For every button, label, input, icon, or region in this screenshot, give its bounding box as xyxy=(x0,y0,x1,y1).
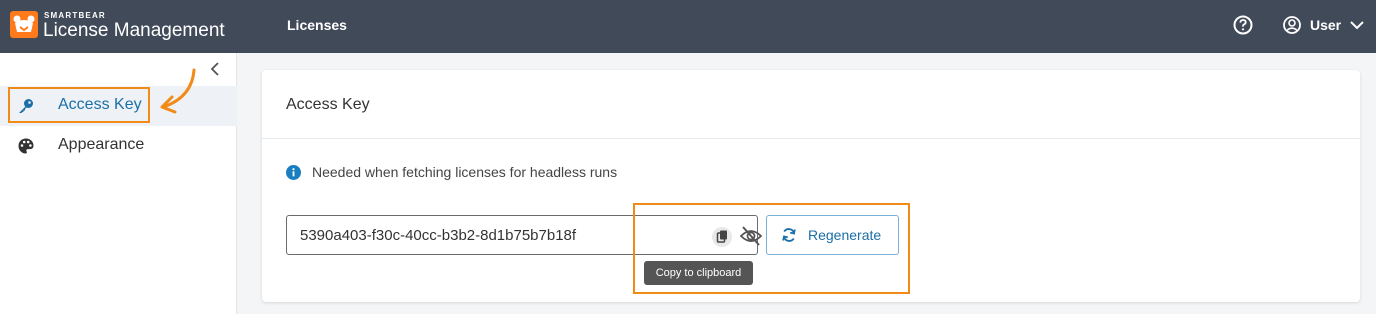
annotation-arrow-icon xyxy=(160,68,196,114)
help-icon[interactable] xyxy=(1232,14,1254,36)
nav-licenses[interactable]: Licenses xyxy=(287,17,347,33)
user-menu-button[interactable]: User xyxy=(1282,14,1365,36)
brand-small-text: SMARTBEAR xyxy=(44,11,106,20)
info-message: Needed when fetching licenses for headle… xyxy=(286,164,617,180)
sidebar-item-label: Appearance xyxy=(58,136,145,153)
top-bar: SMARTBEAR License Management Licenses Us… xyxy=(0,0,1376,53)
palette-icon xyxy=(17,137,35,155)
chevron-left-icon[interactable] xyxy=(206,60,224,78)
access-key-value: 5390a403-f30c-40cc-b3b2-8d1b75b7b18f xyxy=(300,227,577,244)
user-avatar-icon xyxy=(1283,16,1301,34)
info-text: Needed when fetching licenses for headle… xyxy=(312,164,618,180)
card-header: Access Key xyxy=(262,70,1360,139)
info-icon xyxy=(286,164,301,180)
annotation-highlight-key-actions xyxy=(633,203,910,294)
user-label: User xyxy=(1310,17,1342,33)
card-title: Access Key xyxy=(286,96,370,113)
chevron-down-icon xyxy=(1350,21,1364,30)
annotation-highlight-access-key xyxy=(8,87,150,123)
app-title: License Management xyxy=(43,20,225,41)
smartbear-logo-icon xyxy=(10,11,38,38)
sidebar-item-appearance[interactable]: Appearance xyxy=(0,126,237,166)
